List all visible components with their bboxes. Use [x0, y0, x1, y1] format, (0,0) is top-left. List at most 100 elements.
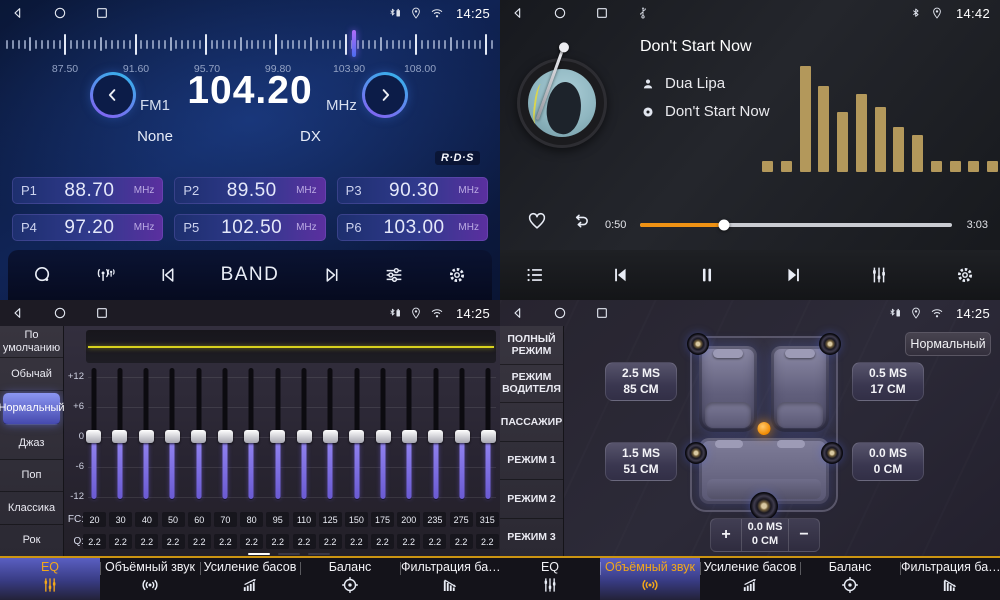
recents-icon[interactable]: [94, 5, 110, 21]
q-value[interactable]: 2.2: [266, 534, 289, 549]
q-value[interactable]: 2.2: [135, 534, 158, 549]
scan-icon[interactable]: [32, 264, 54, 286]
fc-value[interactable]: 20: [83, 512, 106, 527]
eq-band-slider[interactable]: [297, 368, 312, 500]
back-icon[interactable]: [510, 305, 526, 321]
mode-2[interactable]: РЕЖИМ 2: [500, 480, 563, 519]
tab-eq[interactable]: EQ: [500, 558, 600, 600]
fc-value[interactable]: 50: [162, 512, 185, 527]
eq-band-slider[interactable]: [455, 368, 470, 500]
q-value[interactable]: 2.2: [450, 534, 473, 549]
preset-p2[interactable]: P289.50MHz: [174, 177, 325, 204]
eq-preset-normal[interactable]: Нормальный: [3, 393, 60, 425]
preset-p6[interactable]: P6103.00MHz: [337, 214, 488, 241]
tab-filter[interactable]: Фильтрация ба…: [400, 558, 500, 600]
eq-band-slider[interactable]: [481, 368, 496, 500]
dx-mode-label[interactable]: DX: [300, 128, 321, 145]
eq-band-slider[interactable]: [402, 368, 417, 500]
tab-balance[interactable]: Баланс: [800, 558, 900, 600]
fc-value[interactable]: 95: [266, 512, 289, 527]
front-left-delay-button[interactable]: 2.5 MS85 CM: [605, 362, 677, 401]
tab-filter[interactable]: Фильтрация ба…: [900, 558, 1000, 600]
eq-band-slider[interactable]: [86, 368, 101, 500]
q-value[interactable]: 2.2: [188, 534, 211, 549]
eq-band-slider[interactable]: [323, 368, 338, 500]
tab-bass-boost[interactable]: Усиление басов: [700, 558, 800, 600]
fc-value[interactable]: 40: [135, 512, 158, 527]
previous-icon[interactable]: [610, 264, 632, 286]
q-value[interactable]: 2.2: [397, 534, 420, 549]
tab-eq[interactable]: EQ: [0, 558, 100, 600]
fc-value[interactable]: 315: [476, 512, 499, 527]
preset-p1[interactable]: P188.70MHz: [12, 177, 163, 204]
stations-icon[interactable]: [95, 264, 117, 286]
eq-preset-custom[interactable]: Обычай: [0, 358, 63, 390]
eq-preset-default[interactable]: По умолчанию: [0, 326, 63, 358]
fc-value[interactable]: 60: [188, 512, 211, 527]
mode-full[interactable]: ПОЛНЫЙ РЕЖИМ: [500, 326, 563, 365]
fc-value[interactable]: 30: [109, 512, 132, 527]
eq-band-slider[interactable]: [218, 368, 233, 500]
seek-up-button[interactable]: [362, 72, 408, 118]
q-value[interactable]: 2.2: [293, 534, 316, 549]
back-icon[interactable]: [10, 5, 26, 21]
eq-band-slider[interactable]: [139, 368, 154, 500]
preset-p3[interactable]: P390.30MHz: [337, 177, 488, 204]
home-icon[interactable]: [52, 5, 68, 21]
q-value[interactable]: 2.2: [162, 534, 185, 549]
q-value[interactable]: 2.2: [319, 534, 342, 549]
q-value[interactable]: 2.2: [109, 534, 132, 549]
playlist-icon[interactable]: [524, 264, 546, 286]
home-icon[interactable]: [552, 5, 568, 21]
eq-band-slider[interactable]: [165, 368, 180, 500]
listening-position-dot[interactable]: [758, 422, 771, 435]
next-track-icon[interactable]: [320, 264, 342, 286]
tab-surround[interactable]: Объёмный звук: [600, 558, 700, 600]
tab-surround[interactable]: Объёмный звук: [100, 558, 200, 600]
q-value[interactable]: 2.2: [371, 534, 394, 549]
delay-decrease-button[interactable]: −: [789, 519, 819, 551]
equalizer-icon[interactable]: [868, 264, 890, 286]
recents-icon[interactable]: [94, 305, 110, 321]
q-value[interactable]: 2.2: [83, 534, 106, 549]
front-right-delay-button[interactable]: 0.5 MS17 CM: [852, 362, 924, 401]
fc-value[interactable]: 150: [345, 512, 368, 527]
mode-3[interactable]: РЕЖИМ 3: [500, 519, 563, 557]
fc-value[interactable]: 200: [397, 512, 420, 527]
home-icon[interactable]: [52, 305, 68, 321]
rear-left-delay-button[interactable]: 1.5 MS51 CM: [605, 442, 677, 481]
fc-value[interactable]: 125: [319, 512, 342, 527]
mode-driver[interactable]: РЕЖИМ ВОДИТЕЛЯ: [500, 365, 563, 404]
profile-button[interactable]: Нормальный: [905, 332, 991, 356]
fc-value[interactable]: 80: [240, 512, 263, 527]
preset-p4[interactable]: P497.20MHz: [12, 214, 163, 241]
q-value[interactable]: 2.2: [240, 534, 263, 549]
eq-preset-rock[interactable]: Рок: [0, 525, 63, 556]
fc-value[interactable]: 235: [423, 512, 446, 527]
q-value[interactable]: 2.2: [214, 534, 237, 549]
mode-1[interactable]: РЕЖИМ 1: [500, 442, 563, 481]
previous-track-icon[interactable]: [158, 264, 180, 286]
tab-balance[interactable]: Баланс: [300, 558, 400, 600]
q-value[interactable]: 2.2: [476, 534, 499, 549]
q-value[interactable]: 2.2: [345, 534, 368, 549]
pause-icon[interactable]: [696, 264, 718, 286]
recents-icon[interactable]: [594, 305, 610, 321]
preset-p5[interactable]: P5102.50MHz: [174, 214, 325, 241]
band-button[interactable]: BAND: [221, 264, 280, 286]
eq-preset-pop[interactable]: Поп: [0, 460, 63, 492]
eq-band-slider[interactable]: [191, 368, 206, 500]
settings-gear-icon[interactable]: [446, 264, 468, 286]
next-icon[interactable]: [782, 264, 804, 286]
fc-value[interactable]: 110: [293, 512, 316, 527]
eq-band-slider[interactable]: [270, 368, 285, 500]
fc-value[interactable]: 275: [450, 512, 473, 527]
fc-value[interactable]: 175: [371, 512, 394, 527]
progress-knob[interactable]: [719, 220, 730, 231]
rear-right-delay-button[interactable]: 0.0 MS0 CM: [852, 442, 924, 481]
fc-value[interactable]: 70: [214, 512, 237, 527]
recents-icon[interactable]: [594, 5, 610, 21]
back-icon[interactable]: [510, 5, 526, 21]
home-icon[interactable]: [552, 305, 568, 321]
eq-band-slider[interactable]: [349, 368, 364, 500]
